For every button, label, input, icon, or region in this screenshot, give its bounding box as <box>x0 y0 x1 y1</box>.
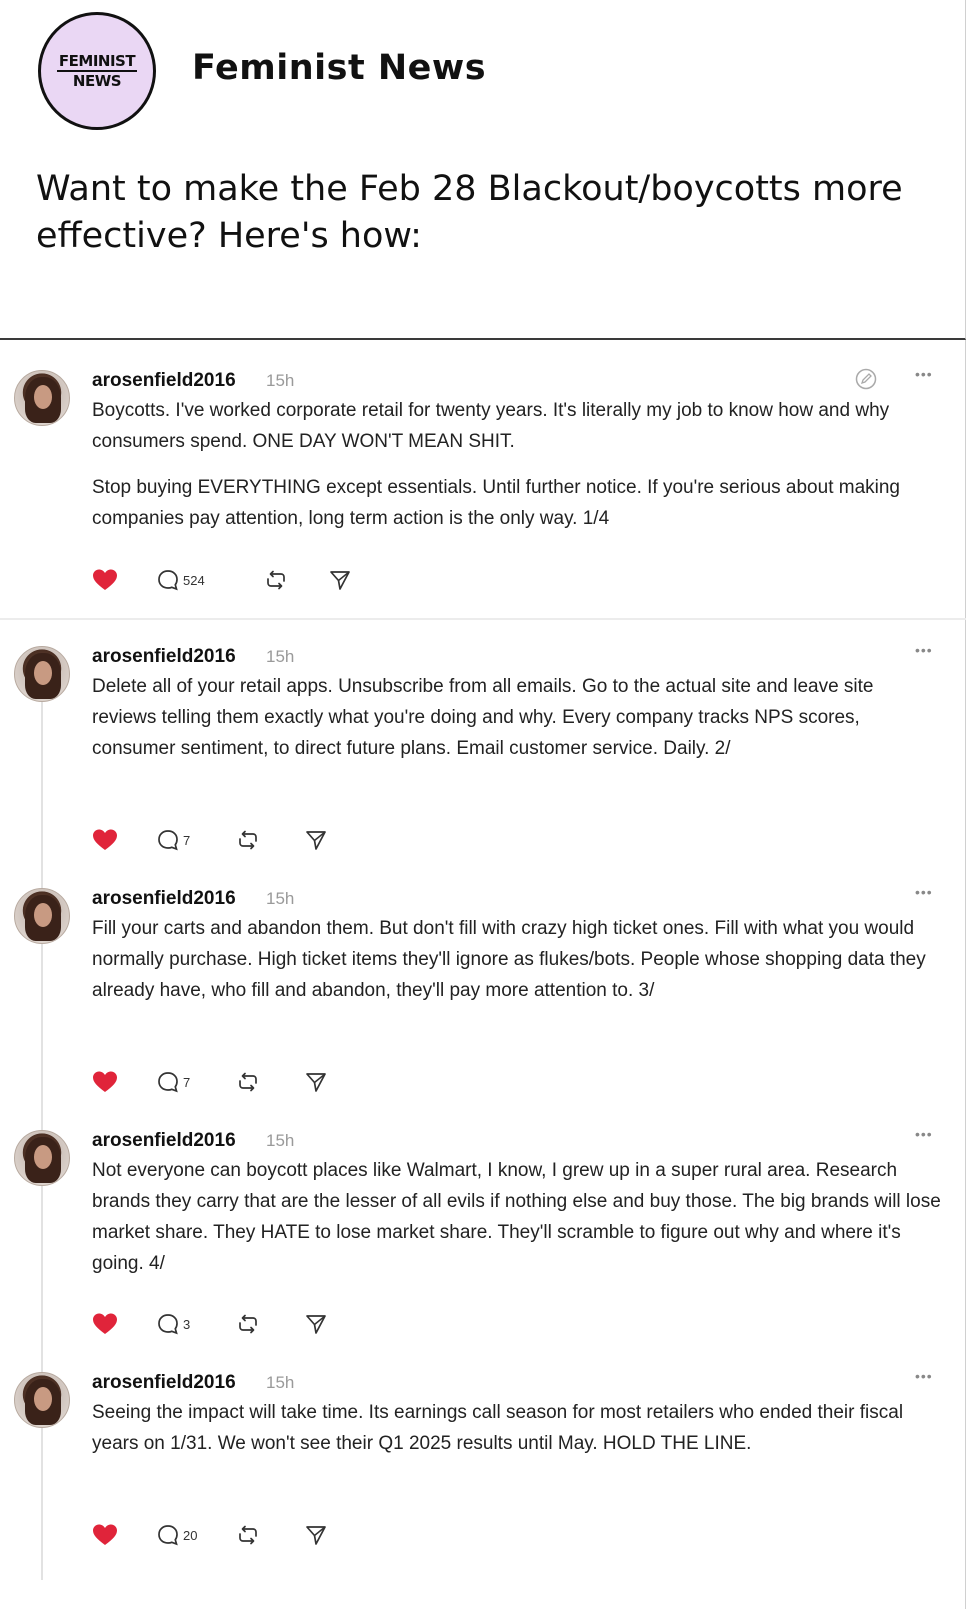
username[interactable]: arosenfield2016 <box>92 1130 236 1152</box>
reply-icon <box>158 1072 178 1093</box>
repost-button[interactable] <box>236 1521 260 1549</box>
logo-text-line1: FEMINIST <box>56 52 138 72</box>
reply-button[interactable]: 7 <box>156 1068 190 1096</box>
share-button[interactable] <box>328 566 352 594</box>
repost-icon <box>239 830 257 850</box>
feminist-news-logo[interactable]: FEMINIST NEWS <box>38 12 156 130</box>
username[interactable]: arosenfield2016 <box>92 370 236 392</box>
like-button[interactable] <box>92 566 118 594</box>
post-header-card: FEMINIST NEWS Feminist News Want to make… <box>0 0 966 340</box>
reply-count: 7 <box>183 1074 191 1090</box>
post-text: Not everyone can boycott places like Wal… <box>92 1155 942 1279</box>
reply-button[interactable]: 20 <box>156 1521 197 1549</box>
repost-icon <box>267 570 285 590</box>
repost-button[interactable] <box>236 1310 260 1338</box>
reply-button[interactable]: 3 <box>156 1310 190 1338</box>
post-paragraph: Boycotts. I've worked corporate retail f… <box>92 400 890 452</box>
logo-text-line2: NEWS <box>72 72 122 90</box>
share-icon <box>306 1315 326 1334</box>
timestamp[interactable]: 15h <box>266 371 294 391</box>
timestamp[interactable]: 15h <box>266 1131 294 1151</box>
share-button[interactable] <box>304 1310 328 1338</box>
post-paragraph: Fill your carts and abandon them. But do… <box>92 918 926 1001</box>
share-button[interactable] <box>304 826 328 854</box>
edit-icon[interactable] <box>855 368 877 390</box>
share-icon <box>330 571 350 590</box>
reply-icon <box>158 1314 178 1335</box>
reply-count: 3 <box>183 1316 191 1332</box>
repost-icon <box>239 1525 257 1545</box>
avatar[interactable] <box>14 1130 70 1186</box>
share-button[interactable] <box>304 1068 328 1096</box>
avatar[interactable] <box>14 370 70 426</box>
share-icon <box>306 831 326 850</box>
more-icon[interactable]: ••• <box>915 884 933 900</box>
avatar[interactable] <box>14 646 70 702</box>
post-text: Boycotts. I've worked corporate retail f… <box>92 395 942 534</box>
reply-count: 524 <box>183 572 205 588</box>
reply-button[interactable]: 524 <box>156 566 205 594</box>
like-button[interactable] <box>92 1068 118 1096</box>
heart-icon <box>93 569 117 590</box>
reply-button[interactable]: 7 <box>156 826 190 854</box>
post-text: Delete all of your retail apps. Unsubscr… <box>92 671 942 764</box>
post-actions: 7 <box>92 1068 492 1096</box>
post-paragraph: Delete all of your retail apps. Unsubscr… <box>92 676 874 759</box>
repost-button[interactable] <box>264 566 288 594</box>
post-text: Fill your carts and abandon them. But do… <box>92 913 942 1006</box>
heart-icon <box>93 1313 117 1334</box>
timestamp[interactable]: 15h <box>266 889 294 909</box>
timestamp[interactable]: 15h <box>266 1373 294 1393</box>
username[interactable]: arosenfield2016 <box>92 1372 236 1394</box>
heart-icon <box>93 829 117 850</box>
reply-count: 20 <box>183 1527 198 1543</box>
more-icon[interactable]: ••• <box>915 1368 933 1384</box>
post-actions: 20 <box>92 1521 492 1549</box>
username[interactable]: arosenfield2016 <box>92 888 236 910</box>
more-icon[interactable]: ••• <box>915 642 933 658</box>
post-paragraph: Stop buying EVERYTHING except essentials… <box>92 477 901 529</box>
avatar[interactable] <box>14 888 70 944</box>
repost-button[interactable] <box>236 1068 260 1096</box>
more-icon[interactable]: ••• <box>915 366 933 382</box>
post-actions: 3 <box>92 1310 492 1338</box>
post-actions: 524 <box>92 566 492 594</box>
post-actions: 7 <box>92 826 492 854</box>
username[interactable]: arosenfield2016 <box>92 646 236 668</box>
post-text: Seeing the impact will take time. Its ea… <box>92 1397 942 1459</box>
reply-icon <box>158 570 178 591</box>
repost-icon <box>239 1072 257 1092</box>
post-headline: Want to make the Feb 28 Blackout/boycott… <box>36 169 903 256</box>
like-button[interactable] <box>92 1310 118 1338</box>
share-icon <box>306 1526 326 1545</box>
more-icon[interactable]: ••• <box>915 1126 933 1142</box>
like-button[interactable] <box>92 826 118 854</box>
repost-icon <box>239 1314 257 1334</box>
post-divider <box>0 618 966 620</box>
avatar[interactable] <box>14 1372 70 1428</box>
like-button[interactable] <box>92 1521 118 1549</box>
reply-count: 7 <box>183 832 191 848</box>
share-button[interactable] <box>304 1521 328 1549</box>
timestamp[interactable]: 15h <box>266 647 294 667</box>
post-paragraph: Seeing the impact will take time. Its ea… <box>92 1402 904 1454</box>
account-name[interactable]: Feminist News <box>192 48 486 88</box>
post-paragraph: Not everyone can boycott places like Wal… <box>92 1160 941 1274</box>
heart-icon <box>93 1071 117 1092</box>
repost-button[interactable] <box>236 826 260 854</box>
share-icon <box>306 1073 326 1092</box>
reply-icon <box>158 1525 178 1546</box>
reply-icon <box>158 830 178 851</box>
heart-icon <box>93 1524 117 1545</box>
